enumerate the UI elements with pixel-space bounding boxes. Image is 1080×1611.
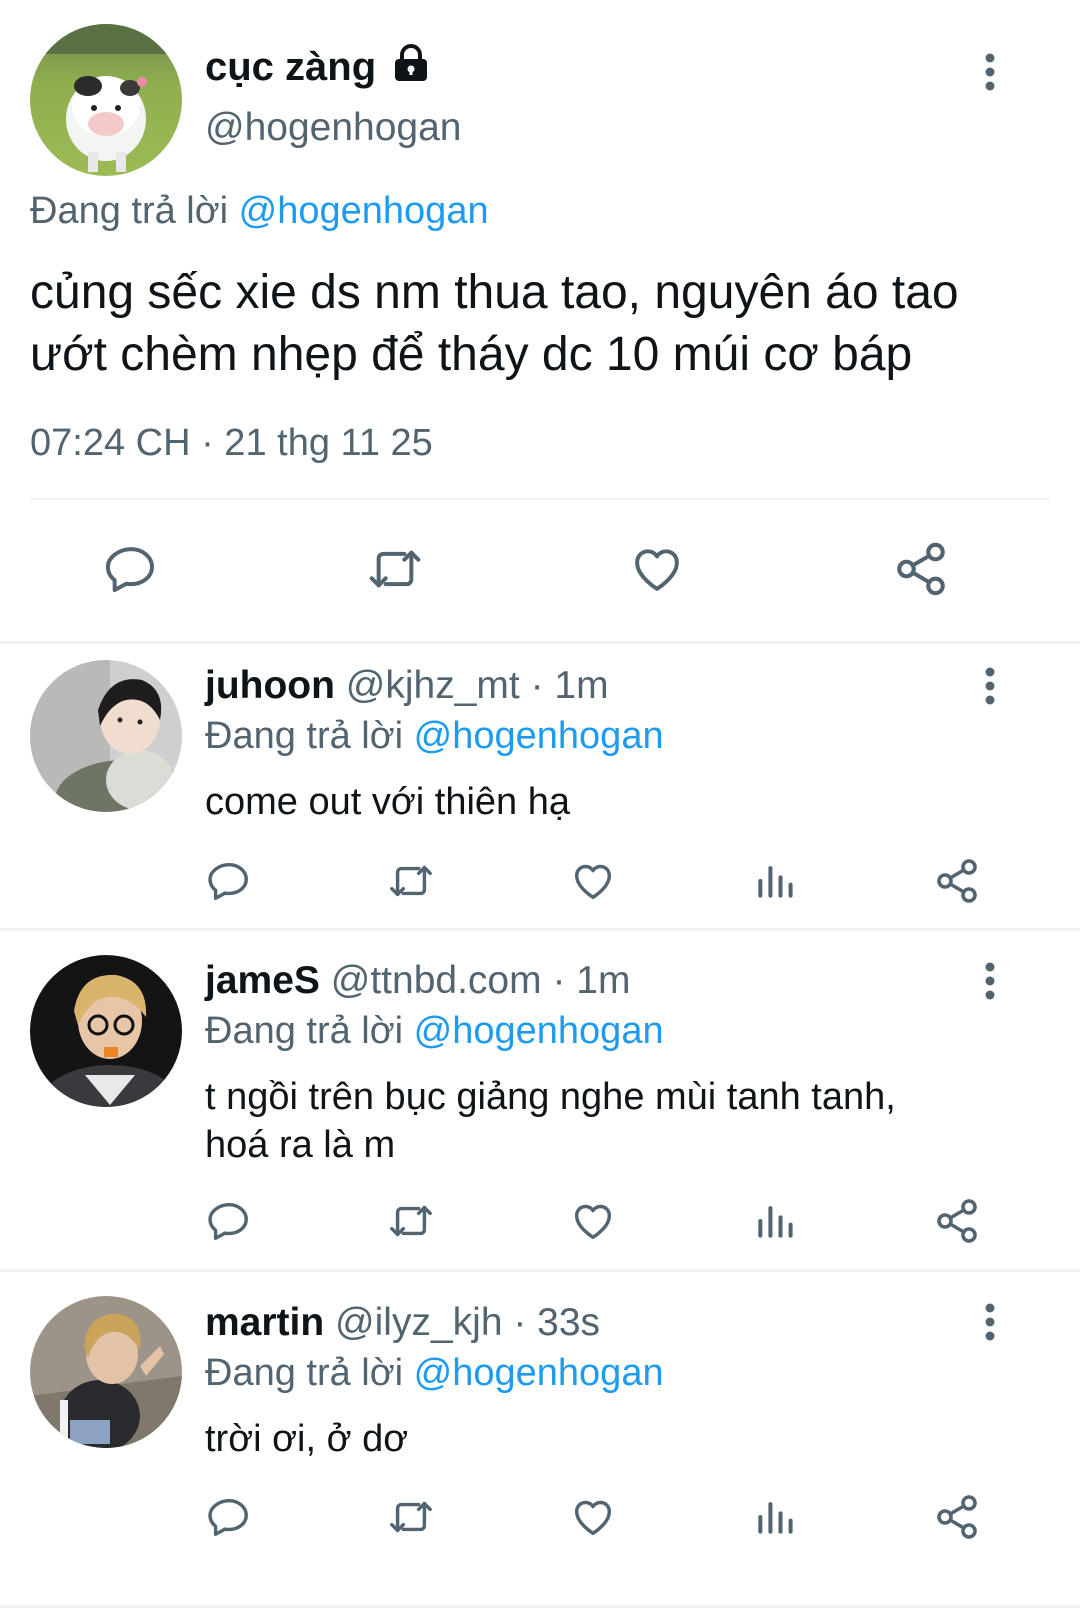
reply-reply-button[interactable] — [194, 848, 264, 918]
share-icon — [933, 857, 981, 910]
views-icon — [753, 1495, 797, 1544]
reply-handle[interactable]: @ttnbd.com — [331, 959, 542, 1002]
reply-views-button[interactable] — [740, 848, 810, 918]
reply-display-name[interactable]: martin — [205, 1301, 324, 1344]
reply-share-button[interactable] — [922, 1484, 992, 1554]
reply-replying-handle-link[interactable]: @hogenhogan — [414, 715, 664, 757]
main-like-button[interactable] — [622, 536, 692, 606]
reply-retweet-button[interactable] — [376, 848, 446, 918]
reply-handle[interactable]: @kjhz_mt — [346, 664, 520, 707]
reply-reply-button[interactable] — [194, 1188, 264, 1258]
views-icon — [753, 1199, 797, 1248]
reply-text-line-1: come out với thiên hạ — [205, 781, 571, 823]
reply-text: trời ơi, ở dơ — [205, 1415, 408, 1463]
reply-header: jameS @ttnbd.com · 1m — [205, 959, 630, 1003]
share-icon — [892, 540, 950, 603]
retweet-icon — [385, 858, 437, 909]
like-icon — [569, 858, 617, 909]
reply-icon — [206, 1198, 252, 1249]
main-tweet-line-1: củng sếc xie ds nm thua tao, nguyên áo t… — [30, 266, 959, 319]
reply-share-button[interactable] — [922, 1188, 992, 1258]
section-divider — [0, 641, 1080, 644]
reply-text-line-1: t ngồi trên bục giảng nghe mùi tanh tanh… — [205, 1076, 896, 1118]
reply-replying-handle-link[interactable]: @hogenhogan — [414, 1010, 664, 1052]
main-timestamp[interactable]: 07:24 CH · 21 thg 11 25 — [30, 422, 433, 465]
reply-replying-prefix: Đang trả lời — [205, 1010, 404, 1052]
reply-retweet-button[interactable] — [376, 1484, 446, 1554]
main-reply-button[interactable] — [96, 536, 166, 606]
reply-icon — [103, 541, 159, 602]
reply-replying-handle-link[interactable]: @hogenhogan — [414, 1352, 664, 1394]
reply-text: come out với thiên hạ — [205, 778, 570, 826]
main-share-button[interactable] — [886, 536, 956, 606]
reply-replying-to: Đang trả lời @hogenhogan — [205, 1352, 664, 1395]
reply-replying-prefix: Đang trả lời — [205, 1352, 404, 1394]
reply-header: juhoon @kjhz_mt · 1m — [205, 664, 609, 708]
main-more-icon[interactable] — [970, 42, 1010, 102]
reply-like-button[interactable] — [558, 1484, 628, 1554]
reply-avatar[interactable] — [30, 660, 182, 812]
main-display-name-text: cục zàng — [205, 45, 377, 89]
like-icon — [569, 1494, 617, 1545]
main-display-name[interactable]: cục zàng — [205, 44, 429, 92]
retweet-icon — [363, 541, 427, 602]
reply-views-button[interactable] — [740, 1484, 810, 1554]
share-icon — [933, 1493, 981, 1546]
reply-replying-prefix: Đang trả lời — [205, 715, 404, 757]
retweet-icon — [385, 1198, 437, 1249]
main-avatar[interactable] — [30, 24, 182, 176]
like-icon — [628, 541, 686, 602]
share-icon — [933, 1197, 981, 1250]
retweet-icon — [385, 1494, 437, 1545]
reply-header: martin @ilyz_kjh · 33s — [205, 1301, 600, 1345]
reply-icon — [206, 858, 252, 909]
reply-text-line-1: trời ơi, ở dơ — [205, 1418, 409, 1460]
reply-time[interactable]: · 33s — [513, 1301, 600, 1344]
reply-like-button[interactable] — [558, 1188, 628, 1258]
reply-handle[interactable]: @ilyz_kjh — [335, 1301, 502, 1344]
reply-replying-to: Đang trả lời @hogenhogan — [205, 715, 664, 758]
reply-avatar[interactable] — [30, 955, 182, 1107]
reply-replying-to: Đang trả lời @hogenhogan — [205, 1010, 664, 1053]
lock-icon — [393, 44, 429, 92]
main-action-divider — [30, 498, 1050, 500]
reply-time[interactable]: · 1m — [552, 959, 630, 1002]
reply-views-button[interactable] — [740, 1188, 810, 1258]
reply-more-icon[interactable] — [970, 951, 1010, 1011]
reply-time[interactable]: · 1m — [531, 664, 609, 707]
main-tweet-text: củng sếc xie ds nm thua tao, nguyên áo t… — [30, 262, 959, 386]
main-replying-prefix: Đang trả lời — [30, 190, 229, 232]
reply-avatar[interactable] — [30, 1296, 182, 1448]
reply-like-button[interactable] — [558, 848, 628, 918]
reply-text-line-2: hoá ra là m — [205, 1124, 396, 1166]
section-divider — [0, 1269, 1080, 1272]
reply-reply-button[interactable] — [194, 1484, 264, 1554]
views-icon — [753, 859, 797, 908]
reply-share-button[interactable] — [922, 848, 992, 918]
section-divider — [0, 928, 1080, 931]
reply-more-icon[interactable] — [970, 656, 1010, 716]
like-icon — [569, 1198, 617, 1249]
main-handle[interactable]: @hogenhogan — [205, 106, 462, 150]
reply-text: t ngồi trên bục giảng nghe mùi tanh tanh… — [205, 1073, 896, 1169]
section-divider — [0, 1605, 1080, 1608]
main-replying-handle-link[interactable]: @hogenhogan — [239, 190, 489, 232]
reply-more-icon[interactable] — [970, 1292, 1010, 1352]
main-retweet-button[interactable] — [360, 536, 430, 606]
reply-display-name[interactable]: jameS — [205, 959, 320, 1002]
reply-icon — [206, 1494, 252, 1545]
reply-retweet-button[interactable] — [376, 1188, 446, 1258]
main-tweet-line-2: ướt chèm nhẹp để tháy dc 10 múi cơ báp — [30, 328, 913, 381]
reply-display-name[interactable]: juhoon — [205, 664, 335, 707]
main-replying-to: Đang trả lời @hogenhogan — [30, 190, 489, 233]
